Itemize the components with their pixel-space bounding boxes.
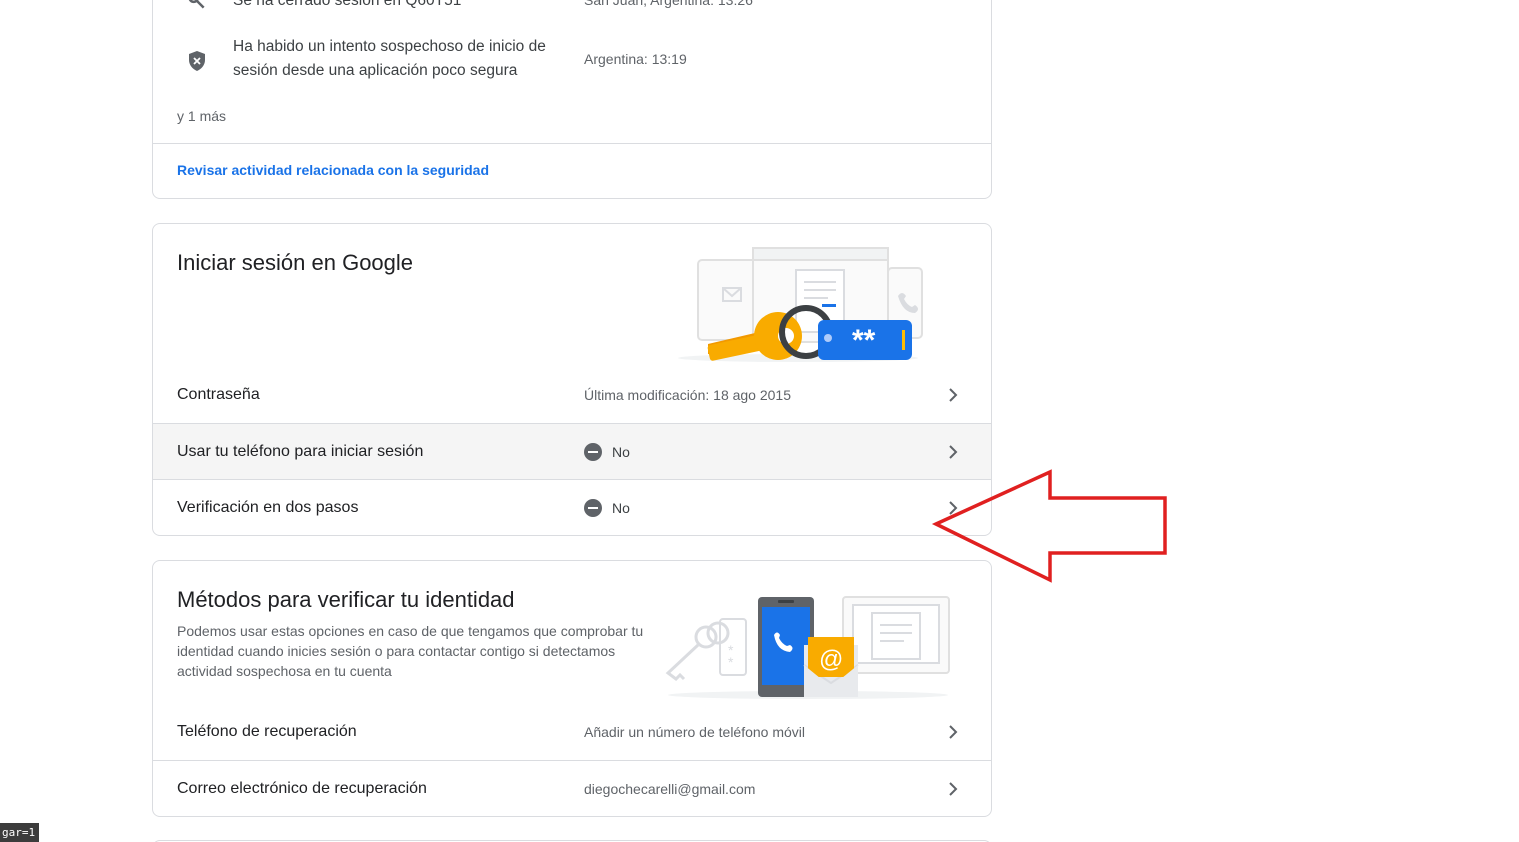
chevron-right-icon — [949, 782, 958, 796]
status-text: No — [612, 444, 630, 460]
phone-signin-row[interactable]: Usar tu teléfono para iniciar sesión No — [153, 423, 991, 479]
password-last-modified: Última modificación: 18 ago 2015 — [584, 387, 792, 403]
more-activity-text: y 1 más — [177, 108, 227, 124]
recovery-phone-row[interactable]: Teléfono de recuperación Añadir un númer… — [153, 704, 991, 760]
shield-x-icon — [185, 49, 209, 73]
row-value: No — [584, 424, 630, 480]
activity-time: San Juan, Argentina: 13:26 — [584, 0, 753, 8]
security-activity-card: Se ha cerrado sesión en Q60T51 San Juan,… — [152, 0, 992, 199]
svg-text:@: @ — [819, 646, 843, 673]
recovery-email-row[interactable]: Correo electrónico de recuperación diego… — [153, 760, 991, 816]
svg-text:*: * — [728, 654, 734, 670]
status-tooltip: gar=1 — [0, 823, 39, 842]
two-step-verification-row[interactable]: Verificación en dos pasos No — [153, 479, 991, 535]
chevron-right-icon — [949, 445, 958, 459]
chevron-right-icon — [949, 725, 958, 739]
card-description: Podemos usar estas opciones en caso de q… — [177, 623, 644, 679]
row-value: diegochecarelli@gmail.com — [584, 761, 756, 816]
disabled-status-icon — [584, 443, 602, 461]
recovery-email-value: diegochecarelli@gmail.com — [584, 781, 756, 797]
card-title: Iniciar sesión en Google — [177, 250, 414, 275]
signin-illustration: ** — [668, 246, 928, 371]
row-label: Usar tu teléfono para iniciar sesión — [177, 443, 424, 460]
activity-time: Argentina: 13:19 — [584, 51, 687, 67]
annotation-arrow-icon — [931, 469, 1167, 583]
row-value: No — [584, 480, 630, 535]
row-label: Verificación en dos pasos — [177, 499, 359, 516]
status-text: No — [612, 500, 630, 516]
activity-text: Ha habido un intento sospechoso de inici… — [233, 38, 546, 79]
chevron-right-icon — [949, 388, 958, 402]
row-value: Última modificación: 18 ago 2015 — [584, 367, 791, 423]
card-title: Métodos para verificar tu identidad — [177, 587, 515, 612]
row-label: Contraseña — [177, 386, 260, 403]
review-security-activity-link[interactable]: Revisar actividad relacionada con la seg… — [177, 162, 489, 178]
row-value: Añadir un número de teléfono móvil — [584, 704, 805, 760]
activity-text: Se ha cerrado sesión en Q60T51 — [233, 0, 462, 9]
password-row[interactable]: Contraseña Última modificación: 18 ago 2… — [153, 367, 991, 423]
signin-card: Iniciar sesión en Google ** Contraseña Ú… — [152, 223, 992, 536]
recovery-phone-value: Añadir un número de teléfono móvil — [584, 724, 806, 740]
password-mask-text: ** — [852, 324, 876, 357]
row-label: Teléfono de recuperación — [177, 723, 357, 740]
key-icon — [185, 0, 209, 13]
divider — [153, 143, 991, 144]
row-label: Correo electrónico de recuperación — [177, 780, 427, 797]
identity-illustration: * * @ — [658, 595, 958, 706]
disabled-status-icon — [584, 499, 602, 517]
identity-verification-card: Métodos para verificar tu identidad Pode… — [152, 560, 992, 817]
